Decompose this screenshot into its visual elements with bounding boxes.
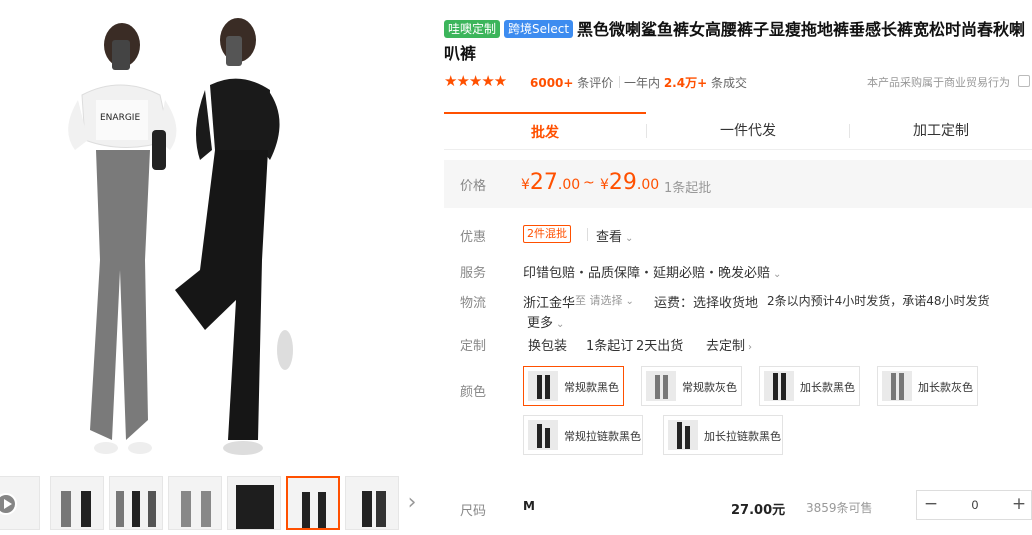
product-title: 哇噢定制 跨境Select 黑色微喇鲨鱼裤女高腰裤子显瘦拖地裤垂感长裤宽松时尚春秋喇… bbox=[444, 18, 1032, 66]
color-option[interactable]: 常规拉链款黑色 bbox=[523, 415, 643, 455]
tag-custom: 哇噢定制 bbox=[444, 20, 501, 38]
business-note: 本产品采购属于商业贸易行为 bbox=[867, 76, 1010, 89]
service-guarantees[interactable]: 印错包赔・品质保障・延期必赔・晚发必赔 ⌄ bbox=[523, 262, 781, 281]
divider bbox=[587, 228, 588, 241]
increase-button[interactable]: + bbox=[1005, 491, 1032, 519]
color-option-label: 常规款黑色 bbox=[564, 381, 619, 394]
custom-label: 定制 bbox=[460, 339, 487, 354]
product-page: ENARGIE › 哇噢定制跨境Select 黑色微喇鲨鱼裤女高腰裤子显瘦拖地裤… bbox=[0, 0, 1032, 535]
color-thumbnail bbox=[882, 371, 912, 401]
chevron-down-icon: ⌄ bbox=[773, 269, 782, 280]
color-label: 颜色 bbox=[460, 385, 487, 400]
color-option-label: 加长拉链款黑色 bbox=[704, 430, 781, 443]
shipping-label: 物流 bbox=[460, 296, 487, 311]
thumbnail[interactable] bbox=[345, 476, 399, 530]
ship-to[interactable]: 至 请选择 ⌄ bbox=[575, 292, 634, 308]
deal-count: 一年内 2.4万+ 条成交 bbox=[624, 76, 747, 90]
chevron-right-icon: › bbox=[748, 342, 753, 353]
custom-option: 1条起订 bbox=[586, 339, 634, 354]
play-icon bbox=[0, 493, 17, 515]
color-option-label: 加长款黑色 bbox=[800, 381, 855, 394]
shipping-more-button[interactable]: 更多 ⌄ bbox=[527, 312, 564, 331]
custom-option: 换包装 bbox=[528, 339, 568, 354]
star-rating-icon: ★★★★★ bbox=[444, 72, 507, 90]
thumbnail[interactable] bbox=[168, 476, 222, 530]
color-option[interactable]: 加长款灰色 bbox=[877, 366, 978, 406]
thumbnail-video[interactable] bbox=[0, 476, 40, 530]
shipping-promise: 2条以内预计4小时发货，承诺48小时发货 bbox=[767, 294, 990, 308]
color-option-label: 常规拉链款黑色 bbox=[564, 430, 641, 443]
price-box: 价格 ¥27.00 ~ ¥29.00 1条起批 bbox=[444, 160, 1032, 208]
tag-crossborder: 跨境Select bbox=[504, 20, 574, 38]
rating-row: ★★★★★ 6000+ 条评价 一年内 2.4万+ 条成交 本产品采购属于商业贸… bbox=[444, 72, 1032, 92]
svg-text:ENARGIE: ENARGIE bbox=[100, 113, 140, 123]
info-icon[interactable] bbox=[1018, 75, 1030, 87]
divider bbox=[619, 76, 620, 88]
price-label: 价格 bbox=[460, 179, 487, 194]
thumbnail[interactable] bbox=[227, 476, 281, 530]
color-option-label: 加长款灰色 bbox=[918, 381, 973, 394]
color-thumbnail bbox=[764, 371, 794, 401]
tab-custom-processing[interactable]: 加工定制 bbox=[850, 112, 1032, 150]
tab-dropship[interactable]: 一件代发 bbox=[647, 112, 849, 150]
go-custom-link[interactable]: 去定制 › bbox=[706, 335, 752, 354]
chevron-down-icon: ⌄ bbox=[625, 296, 634, 307]
price-range-separator: ~ bbox=[583, 175, 595, 191]
chevron-down-icon: ⌄ bbox=[556, 319, 565, 330]
size-name: M bbox=[523, 499, 535, 513]
color-thumbnail bbox=[528, 371, 558, 401]
price-high: ¥29.00 bbox=[600, 170, 660, 195]
color-option[interactable]: 加长款黑色 bbox=[759, 366, 860, 406]
color-thumbnail bbox=[668, 420, 698, 450]
promo-view-button[interactable]: 查看 ⌄ bbox=[596, 226, 633, 245]
ship-from: 浙江金华 bbox=[523, 296, 576, 311]
size-label: 尺码 bbox=[460, 504, 487, 519]
thumbnail-selected[interactable] bbox=[286, 476, 340, 530]
decrease-button[interactable]: − bbox=[917, 491, 945, 519]
service-label: 服务 bbox=[460, 266, 487, 281]
min-order: 1条起批 bbox=[664, 181, 712, 196]
color-option-selected[interactable]: 常规款黑色 bbox=[523, 366, 624, 406]
shipping-fee: 运费：选择收货地 bbox=[654, 296, 759, 311]
review-count[interactable]: 6000+ 条评价 bbox=[530, 74, 613, 91]
size-price: 27.00元 bbox=[731, 503, 786, 518]
color-option[interactable]: 常规款灰色 bbox=[641, 366, 742, 406]
tab-wholesale[interactable]: 批发 bbox=[444, 112, 646, 150]
model-photo: ENARGIE bbox=[68, 18, 293, 455]
quantity-stepper: − + bbox=[916, 490, 1032, 520]
thumbnail[interactable] bbox=[50, 476, 104, 530]
color-option[interactable]: 加长拉链款黑色 bbox=[663, 415, 783, 455]
color-option-label: 常规款灰色 bbox=[682, 381, 737, 394]
size-row: 尺码 M 27.00元 3859条可售 − + bbox=[444, 486, 1032, 526]
chevron-right-icon[interactable]: › bbox=[402, 488, 422, 518]
thumbnail[interactable] bbox=[109, 476, 163, 530]
chevron-down-icon: ⌄ bbox=[625, 233, 634, 244]
price-low: ¥27.00 bbox=[521, 170, 581, 195]
main-product-image[interactable]: ENARGIE bbox=[0, 0, 425, 468]
promo-label: 优惠 bbox=[460, 230, 487, 245]
color-thumbnail bbox=[528, 420, 558, 450]
thumbnail-strip: › bbox=[0, 476, 425, 530]
color-thumbnail bbox=[646, 371, 676, 401]
purchase-mode-tabs: 批发 一件代发 加工定制 bbox=[444, 112, 1032, 150]
coupon-badge: 2件混批 bbox=[523, 225, 571, 243]
quantity-input[interactable] bbox=[945, 491, 1005, 519]
custom-option: 2天出货 bbox=[636, 339, 684, 354]
size-stock: 3859条可售 bbox=[806, 501, 873, 515]
